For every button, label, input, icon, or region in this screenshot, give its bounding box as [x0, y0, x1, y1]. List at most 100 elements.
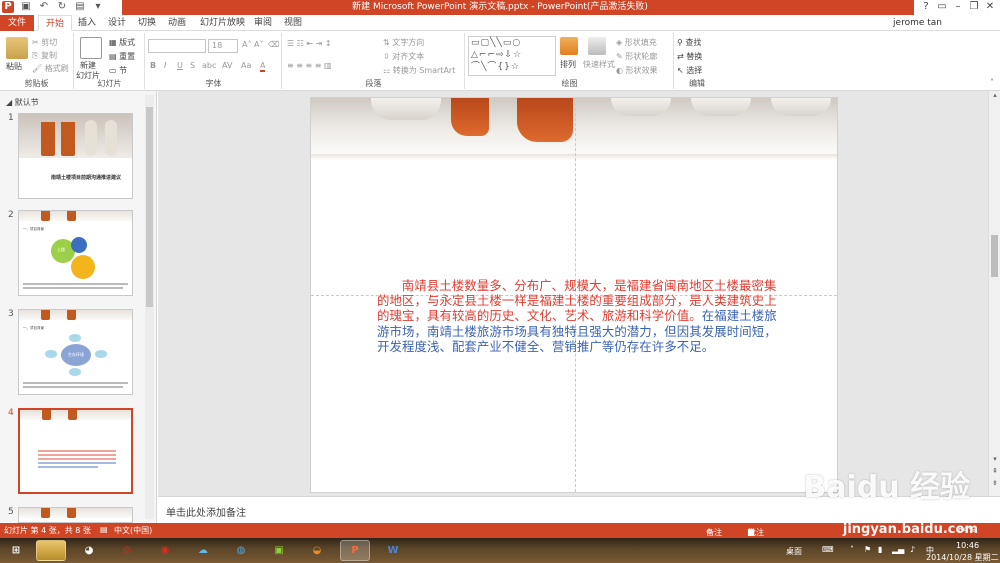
align-text-button[interactable]: ⇳ 对齐文本 [383, 51, 424, 62]
close-button[interactable]: ✕ [982, 0, 998, 14]
font-color-button[interactable]: A [260, 61, 266, 72]
text-direction-button[interactable]: ⇅ 文字方向 [383, 37, 424, 48]
editor-scrollbar-thumb[interactable] [991, 235, 998, 277]
desktop-toolbar-label[interactable]: 桌面 [786, 546, 802, 557]
slide-body-textbox[interactable]: 南靖县土楼数量多、分布广、规模大，是福建省闽南地区土楼最密集的地区，与永定县土楼… [377, 278, 782, 354]
editor-scrollbar[interactable]: ▴ ▾ ⇞ ⇟ [988, 91, 1000, 496]
reset-button[interactable]: ▤ 重置 [109, 51, 135, 62]
layout-button[interactable]: ▦ 版式 [109, 37, 135, 48]
italic-button[interactable]: I [164, 61, 166, 70]
minimize-button[interactable]: – [950, 0, 966, 14]
qq-icon[interactable]: ◕ [74, 540, 104, 561]
undo-icon[interactable]: ↶ [38, 1, 50, 13]
shape-effects-button[interactable]: ◐ 形状效果 [616, 65, 658, 76]
volume-icon[interactable]: ♪ [910, 545, 915, 554]
previous-slide-icon[interactable]: ⇞ [990, 467, 1000, 476]
shapes-gallery[interactable]: ▭▢╲╲▭○ △⌐⌐⇨⇩☆ ⌒╲⌒{}☆ [468, 36, 556, 76]
smartart-button[interactable]: ⚏ 转换为 SmartArt [383, 65, 455, 76]
tab-transitions[interactable]: 切换 [138, 15, 156, 31]
collapse-ribbon-icon[interactable]: ˄ [990, 78, 994, 87]
bullets-icon[interactable]: ☰ ☷ ⇤ ⇥ ↕ [287, 39, 332, 48]
tray-arrow-icon[interactable]: ˄ [850, 545, 854, 554]
paste-button[interactable]: 粘贴 [6, 61, 22, 72]
file-explorer-icon[interactable] [36, 540, 66, 561]
new-slide-icon[interactable] [80, 37, 102, 59]
slide-thumbnail-2[interactable]: 一、项目背景 土楼 [18, 210, 133, 296]
flag-icon[interactable]: ⚑ [864, 545, 871, 554]
thumbnail-scrollbar[interactable] [145, 95, 154, 519]
powerpoint-taskbar-icon[interactable]: P [340, 540, 370, 561]
select-button[interactable]: ↖ 选择 [677, 65, 702, 76]
quick-styles-icon[interactable] [588, 37, 606, 55]
slide-thumbnail-1[interactable]: 南靖土楼项目前期沟通推进建议 [18, 113, 133, 199]
replace-button[interactable]: ⇄ 替换 [677, 51, 702, 62]
thumbnail-text-line [38, 450, 116, 452]
arrange-button[interactable]: 排列 [560, 59, 576, 70]
section-button[interactable]: ▭ 节 [109, 65, 127, 76]
next-slide-icon[interactable]: ⇟ [990, 479, 1000, 488]
underline-button[interactable]: U [177, 61, 183, 70]
redo-icon[interactable]: ↻ [56, 1, 68, 13]
copy-button[interactable]: ⎘ 复制 [32, 50, 57, 61]
reset-icon: ▤ [109, 52, 120, 61]
clear-format-icon[interactable]: ⌫ [268, 40, 279, 49]
tab-review[interactable]: 审阅 [254, 15, 272, 31]
ribbon-display-button[interactable]: ▭ [934, 0, 950, 14]
battery-icon[interactable]: ▮ [878, 545, 882, 554]
tab-design[interactable]: 设计 [108, 15, 126, 31]
change-case-button[interactable]: Aa [241, 61, 251, 70]
strikethrough-button[interactable]: S [190, 61, 195, 70]
font-name-combobox[interactable] [148, 39, 206, 53]
save-icon[interactable]: ▣ [20, 1, 32, 13]
help-button[interactable]: ? [918, 0, 934, 14]
shape-fill-button[interactable]: ◈ 形状填充 [616, 37, 657, 48]
powerpoint-app-icon[interactable]: P [2, 1, 14, 13]
clock-date[interactable]: 2014/10/28 星期二 [926, 552, 999, 563]
scroll-up-icon[interactable]: ▴ [990, 91, 1000, 100]
find-button[interactable]: ⚲ 查找 [677, 37, 701, 48]
paste-icon[interactable] [6, 37, 28, 59]
iqiyi-icon[interactable]: ▣ [264, 540, 294, 561]
word-taskbar-icon[interactable]: W [378, 540, 408, 561]
font-size-combobox[interactable]: 18 [208, 39, 238, 53]
tab-view[interactable]: 视图 [284, 15, 302, 31]
media-player-icon[interactable]: ◒ [302, 540, 332, 561]
language-status[interactable]: 中文(中国) [114, 525, 152, 536]
align-icons[interactable]: ≡ ≡ ≡ ≡ ▥ [287, 61, 332, 70]
netease-music-icon[interactable]: ◎ [112, 540, 142, 561]
weibo-icon[interactable]: ◉ [150, 540, 180, 561]
customize-toolbar-icon[interactable]: ▾ [92, 1, 104, 13]
windows-start-icon[interactable]: ⊞ [4, 540, 28, 561]
arrange-icon[interactable] [560, 37, 578, 55]
section-label[interactable]: ◢ 默认节 [6, 97, 39, 108]
scroll-down-icon[interactable]: ▾ [990, 455, 1000, 464]
format-painter-button[interactable]: 🖌 格式刷 [32, 63, 69, 74]
shape-outline-button[interactable]: ✎ 形状轮廓 [616, 51, 657, 62]
slide-thumbnail-5[interactable] [18, 507, 133, 523]
restore-button[interactable]: ❐ [966, 0, 982, 14]
current-slide[interactable]: 南靖县土楼数量多、分布广、规模大，是福建省闽南地区土楼最密集的地区，与永定县土楼… [310, 97, 838, 493]
start-from-beginning-icon[interactable]: ▤ [74, 1, 86, 13]
grow-font-icon[interactable]: A˄ A˅ [242, 40, 264, 49]
spellcheck-icon[interactable]: ▤ [100, 525, 108, 534]
slide-thumbnail-3[interactable]: 一、项目背景 生存环境 [18, 309, 133, 395]
thumbnail-scrollbar-thumb[interactable] [146, 107, 153, 307]
keyboard-icon[interactable]: ⌨ [822, 545, 834, 554]
user-name[interactable]: jerome tan [893, 15, 942, 31]
tab-slideshow[interactable]: 幻灯片放映 [200, 15, 245, 31]
tab-animations[interactable]: 动画 [168, 15, 186, 31]
bold-button[interactable]: B [150, 61, 156, 70]
clock-time[interactable]: 10:46 [956, 541, 979, 550]
network-icon[interactable]: ▂▄ [892, 545, 904, 554]
cut-button[interactable]: ✂ 剪切 [32, 37, 57, 48]
browser-icon[interactable]: ◍ [226, 540, 256, 561]
tab-home[interactable]: 开始 [38, 15, 72, 31]
quick-styles-button[interactable]: 快速样式 [583, 59, 615, 70]
shadow-button[interactable]: abc [202, 61, 216, 70]
tab-insert[interactable]: 插入 [78, 15, 96, 31]
tab-file[interactable]: 文件 [0, 15, 34, 31]
baidu-cloud-icon[interactable]: ☁ [188, 540, 218, 561]
thumbnail-text-line [23, 382, 128, 384]
slide-thumbnail-4[interactable] [18, 408, 133, 494]
character-spacing-button[interactable]: AV [222, 61, 232, 70]
